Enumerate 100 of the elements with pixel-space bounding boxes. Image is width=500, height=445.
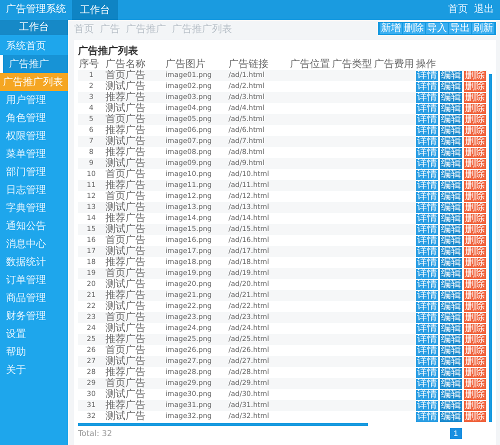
action-button[interactable]: 删除 xyxy=(464,290,486,300)
sidebar-subitem[interactable]: 广告推广列表 xyxy=(0,73,68,91)
table-cell: 推荐广告 xyxy=(104,257,164,268)
table-cell: 首页广告 xyxy=(104,169,164,180)
toolbar-button[interactable]: 新增 xyxy=(380,23,402,34)
breadcrumb-item[interactable]: 广告推广列表 xyxy=(172,22,232,36)
table-cell: 首页广告 xyxy=(104,378,164,389)
action-button[interactable]: 编辑 xyxy=(440,400,462,410)
sidebar-item[interactable]: 菜单管理 xyxy=(0,145,68,163)
action-button[interactable]: 详情 xyxy=(416,290,438,300)
action-button[interactable]: 详情 xyxy=(416,136,438,146)
sidebar-item[interactable]: 订单管理 xyxy=(0,271,68,289)
action-button[interactable]: 详情 xyxy=(416,92,438,102)
column-header: 广告链接 xyxy=(228,59,290,70)
page-button[interactable]: 1 xyxy=(450,428,462,438)
table-cell: 测试广告 xyxy=(104,389,164,400)
action-button[interactable]: 删除 xyxy=(464,180,486,190)
sidebar-item[interactable]: 关于 xyxy=(0,361,68,379)
action-button[interactable]: 编辑 xyxy=(440,312,462,322)
top-tab[interactable]: 工作台 xyxy=(72,0,118,20)
header-link[interactable]: 首页 xyxy=(448,0,468,20)
action-button[interactable]: 详情 xyxy=(416,158,438,168)
toolbar-button[interactable]: 导出 xyxy=(449,23,471,34)
table-cell: 测试广告 xyxy=(104,103,164,114)
action-button[interactable]: 删除 xyxy=(464,378,486,388)
toolbar-button[interactable]: 刷新 xyxy=(472,23,494,34)
action-button[interactable]: 编辑 xyxy=(440,136,462,146)
column-header: 广告图片 xyxy=(164,59,228,70)
action-button[interactable]: 删除 xyxy=(464,70,486,80)
action-button[interactable]: 删除 xyxy=(464,334,486,344)
action-button[interactable]: 编辑 xyxy=(440,334,462,344)
toolbar-button[interactable]: 导入 xyxy=(426,23,448,34)
sidebar-item[interactable]: 用户管理 xyxy=(0,91,68,109)
sidebar-item[interactable]: 部门管理 xyxy=(0,163,68,181)
action-button[interactable]: 删除 xyxy=(464,246,486,256)
breadcrumb-item[interactable]: 广告推广 xyxy=(126,22,166,36)
action-button[interactable]: 详情 xyxy=(416,268,438,278)
action-button[interactable]: 编辑 xyxy=(440,224,462,234)
action-button[interactable]: 详情 xyxy=(416,246,438,256)
action-button[interactable]: 删除 xyxy=(464,312,486,322)
sidebar-item[interactable]: 帮助 xyxy=(0,343,68,361)
sidebar-item[interactable]: 财务管理 xyxy=(0,307,68,325)
action-button[interactable]: 删除 xyxy=(464,136,486,146)
action-button[interactable]: 删除 xyxy=(464,400,486,410)
action-button[interactable]: 详情 xyxy=(416,378,438,388)
action-button[interactable]: 删除 xyxy=(464,114,486,124)
action-button[interactable]: 详情 xyxy=(416,224,438,234)
action-button[interactable]: 详情 xyxy=(416,312,438,322)
sidebar-item[interactable]: 权限管理 xyxy=(0,127,68,145)
table-cell: 测试广告 xyxy=(104,136,164,147)
action-button[interactable]: 编辑 xyxy=(440,180,462,190)
sidebar-item[interactable]: 数据统计 xyxy=(0,253,68,271)
action-button[interactable]: 详情 xyxy=(416,356,438,366)
action-button[interactable]: 删除 xyxy=(464,158,486,168)
action-button[interactable]: 详情 xyxy=(416,334,438,344)
table-cell: 推荐广告 xyxy=(104,367,164,378)
sidebar-item[interactable]: 角色管理 xyxy=(0,109,68,127)
action-button[interactable]: 编辑 xyxy=(440,114,462,124)
scrollbar[interactable] xyxy=(78,423,368,426)
table-cell: 首页广告 xyxy=(104,70,164,81)
action-button[interactable]: 详情 xyxy=(416,180,438,190)
column-header: 广告位置 xyxy=(289,59,332,70)
action-button[interactable]: 编辑 xyxy=(440,246,462,256)
table-cell: 推荐广告 xyxy=(104,290,164,301)
sidebar-item[interactable]: 系统首页 xyxy=(0,37,68,55)
sidebar-item[interactable]: 设置 xyxy=(0,325,68,343)
action-button[interactable]: 删除 xyxy=(464,202,486,212)
action-button[interactable]: 删除 xyxy=(464,92,486,102)
toolbar-button[interactable]: 删除 xyxy=(403,23,425,34)
action-button[interactable]: 删除 xyxy=(464,356,486,366)
sidebar-item[interactable]: 通知公告 xyxy=(0,217,68,235)
table-cell: 首页广告 xyxy=(104,268,164,279)
sidebar-item[interactable]: 字典管理 xyxy=(0,199,68,217)
action-button[interactable]: 编辑 xyxy=(440,356,462,366)
action-button[interactable]: 删除 xyxy=(464,224,486,234)
header-link[interactable]: 退出 xyxy=(474,0,494,20)
action-button[interactable]: 详情 xyxy=(416,400,438,410)
breadcrumb-item[interactable]: 首页 xyxy=(74,22,94,36)
table-cell: 测试广告 xyxy=(104,246,164,257)
action-button[interactable]: 编辑 xyxy=(440,158,462,168)
action-button[interactable]: 详情 xyxy=(416,202,438,212)
action-button[interactable]: 编辑 xyxy=(440,378,462,388)
action-button[interactable]: 编辑 xyxy=(440,268,462,278)
column-header: 操作 xyxy=(415,59,488,70)
table-cell: 推荐广告 xyxy=(104,334,164,345)
sidebar-item[interactable]: 日志管理 xyxy=(0,181,68,199)
action-button[interactable]: 详情 xyxy=(416,70,438,80)
sidebar-item[interactable]: 消息中心 xyxy=(0,235,68,253)
action-button[interactable]: 编辑 xyxy=(440,92,462,102)
sidebar-item[interactable]: 商品管理 xyxy=(0,289,68,307)
action-button[interactable]: 编辑 xyxy=(440,70,462,80)
app-title: 广告管理系统 xyxy=(5,2,67,17)
action-button[interactable]: 编辑 xyxy=(440,202,462,212)
breadcrumb-item[interactable]: 广告 xyxy=(100,22,120,36)
action-button[interactable]: 编辑 xyxy=(440,290,462,300)
total-count: Total: 32 xyxy=(78,428,112,438)
scrollbar[interactable] xyxy=(489,74,492,422)
action-button[interactable]: 详情 xyxy=(416,114,438,124)
sidebar-item[interactable]: 广告推广 xyxy=(0,55,68,73)
action-button[interactable]: 删除 xyxy=(464,268,486,278)
